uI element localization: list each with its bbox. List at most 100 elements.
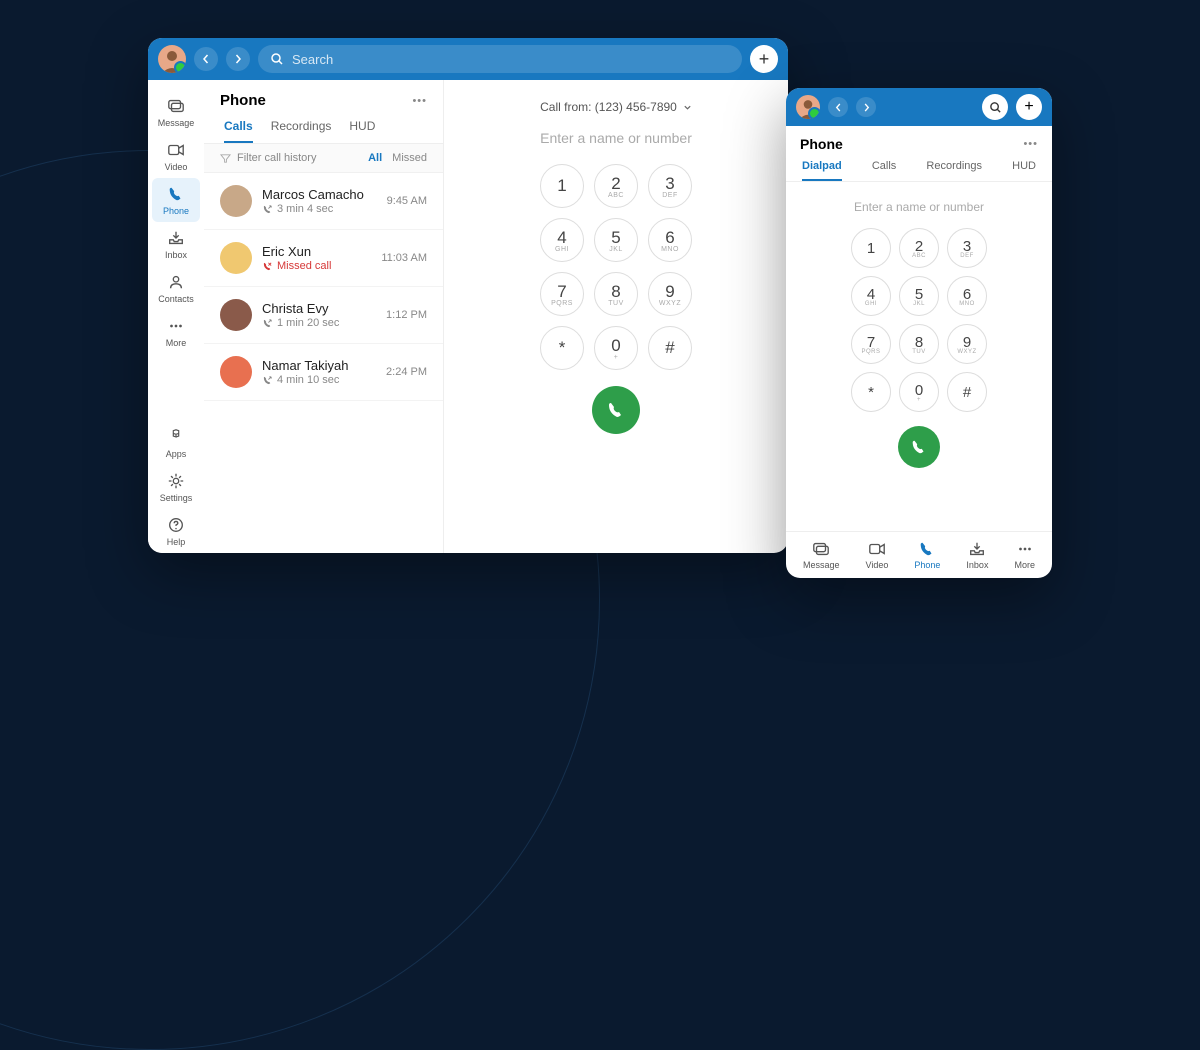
dial-panel: Call from: (123) 456-7890 Enter a name o… — [444, 80, 788, 553]
key-4[interactable]: 4GHI — [851, 276, 891, 316]
key-3[interactable]: 3DEF — [648, 164, 692, 208]
sidebar-label: Help — [167, 537, 186, 547]
bottom-nav-message[interactable]: Message — [803, 540, 840, 570]
key-0[interactable]: 0+ — [899, 372, 939, 412]
key-2[interactable]: 2ABC — [899, 228, 939, 268]
video-icon — [868, 540, 886, 558]
bottom-nav-inbox[interactable]: Inbox — [966, 540, 988, 570]
key-7[interactable]: 7PQRS — [540, 272, 584, 316]
key-1[interactable]: 1 — [851, 228, 891, 268]
key-3[interactable]: 3DEF — [947, 228, 987, 268]
call-item[interactable]: Namar Takiyah 4 min 10 sec 2:24 PM — [204, 344, 443, 401]
tab-calls[interactable]: Calls — [224, 119, 253, 143]
call-item[interactable]: Marcos Camacho 3 min 4 sec 9:45 AM — [204, 173, 443, 230]
filter-missed[interactable]: Missed — [392, 152, 427, 164]
key-9[interactable]: 9WXYZ — [947, 324, 987, 364]
filter-row: Filter call history All Missed — [204, 144, 443, 173]
sidebar-label: Inbox — [165, 250, 187, 260]
tab-recordings[interactable]: Recordings — [271, 119, 332, 143]
bottom-nav-label: Phone — [914, 560, 940, 570]
filter-icon — [220, 153, 231, 164]
tab-calls[interactable]: Calls — [872, 160, 896, 181]
tab-hud[interactable]: HUD — [1012, 160, 1036, 181]
sidebar-item-settings[interactable]: Settings — [152, 465, 200, 509]
filter-label: Filter call history — [237, 152, 316, 164]
nav-forward-button[interactable] — [226, 47, 250, 71]
call-item[interactable]: Christa Evy 1 min 20 sec 1:12 PM — [204, 287, 443, 344]
key-5[interactable]: 5JKL — [594, 218, 638, 262]
bottom-nav-label: Inbox — [966, 560, 988, 570]
bottom-nav-label: Video — [866, 560, 889, 570]
key-*[interactable]: * — [540, 326, 584, 370]
mobile-dial-panel: Enter a name or number 12ABC3DEF 4GHI5JKL… — [786, 182, 1052, 531]
search-button[interactable] — [982, 94, 1008, 120]
key-2[interactable]: 2ABC — [594, 164, 638, 208]
call-time: 2:24 PM — [386, 366, 427, 378]
mobile-bottom-nav: Message Video Phone Inbox More — [786, 531, 1052, 578]
nav-back-button[interactable] — [194, 47, 218, 71]
bottom-nav-more[interactable]: More — [1014, 540, 1035, 570]
key-6[interactable]: 6MNO — [947, 276, 987, 316]
video-icon — [166, 140, 186, 160]
call-from-selector[interactable]: Call from: (123) 456-7890 — [540, 100, 692, 114]
sidebar-label: Settings — [160, 493, 193, 503]
phone-icon — [166, 184, 186, 204]
add-button[interactable]: + — [750, 45, 778, 73]
tab-dialpad[interactable]: Dialpad — [802, 160, 842, 181]
sidebar-item-phone[interactable]: Phone — [152, 178, 200, 222]
tab-hud[interactable]: HUD — [349, 119, 375, 143]
message-icon — [812, 540, 830, 558]
phone-icon — [918, 540, 936, 558]
key-1[interactable]: 1 — [540, 164, 584, 208]
call-time: 9:45 AM — [387, 195, 427, 207]
key-*[interactable]: * — [851, 372, 891, 412]
call-sub: 1 min 20 sec — [262, 317, 376, 329]
more-options-button[interactable]: ••• — [412, 95, 427, 107]
sidebar-item-contacts[interactable]: Contacts — [152, 266, 200, 310]
key-9[interactable]: 9WXYZ — [648, 272, 692, 316]
chevron-down-icon — [683, 103, 692, 112]
more-options-button[interactable]: ••• — [1023, 138, 1038, 150]
help-icon — [166, 515, 186, 535]
bottom-nav-video[interactable]: Video — [866, 540, 889, 570]
sidebar-item-message[interactable]: Message — [152, 90, 200, 134]
bottom-nav-phone[interactable]: Phone — [914, 540, 940, 570]
sidebar-item-video[interactable]: Video — [152, 134, 200, 178]
call-list: Marcos Camacho 3 min 4 sec 9:45 AM Eric … — [204, 173, 443, 553]
key-4[interactable]: 4GHI — [540, 218, 584, 262]
bottom-nav-label: More — [1014, 560, 1035, 570]
avatar[interactable] — [796, 95, 820, 119]
key-6[interactable]: 6MNO — [648, 218, 692, 262]
sidebar-item-apps[interactable]: Apps — [152, 421, 200, 465]
apps-icon — [166, 427, 186, 447]
nav-forward-button[interactable] — [856, 97, 876, 117]
key-7[interactable]: 7PQRS — [851, 324, 891, 364]
add-button[interactable]: + — [1016, 94, 1042, 120]
key-5[interactable]: 5JKL — [899, 276, 939, 316]
search-input[interactable]: Search — [258, 45, 742, 73]
nav-back-button[interactable] — [828, 97, 848, 117]
call-button[interactable] — [898, 426, 940, 468]
call-name: Namar Takiyah — [262, 358, 376, 373]
sidebar-item-help[interactable]: Help — [152, 509, 200, 553]
call-sub: Missed call — [262, 260, 371, 272]
key-#[interactable]: # — [648, 326, 692, 370]
sidebar-label: Video — [165, 162, 188, 172]
key-#[interactable]: # — [947, 372, 987, 412]
call-item[interactable]: Eric Xun Missed call 11:03 AM — [204, 230, 443, 287]
sidebar-item-inbox[interactable]: Inbox — [152, 222, 200, 266]
tab-recordings[interactable]: Recordings — [926, 160, 982, 181]
panel-title: Phone — [800, 136, 843, 152]
key-8[interactable]: 8TUV — [899, 324, 939, 364]
key-0[interactable]: 0+ — [594, 326, 638, 370]
dial-input[interactable]: Enter a name or number — [464, 130, 768, 146]
key-8[interactable]: 8TUV — [594, 272, 638, 316]
call-button[interactable] — [592, 386, 640, 434]
settings-icon — [166, 471, 186, 491]
call-time: 11:03 AM — [381, 252, 427, 264]
sidebar-item-more[interactable]: More — [152, 310, 200, 354]
contacts-icon — [166, 272, 186, 292]
filter-all[interactable]: All — [368, 152, 382, 164]
dial-input[interactable]: Enter a name or number — [786, 200, 1052, 214]
avatar[interactable] — [158, 45, 186, 73]
